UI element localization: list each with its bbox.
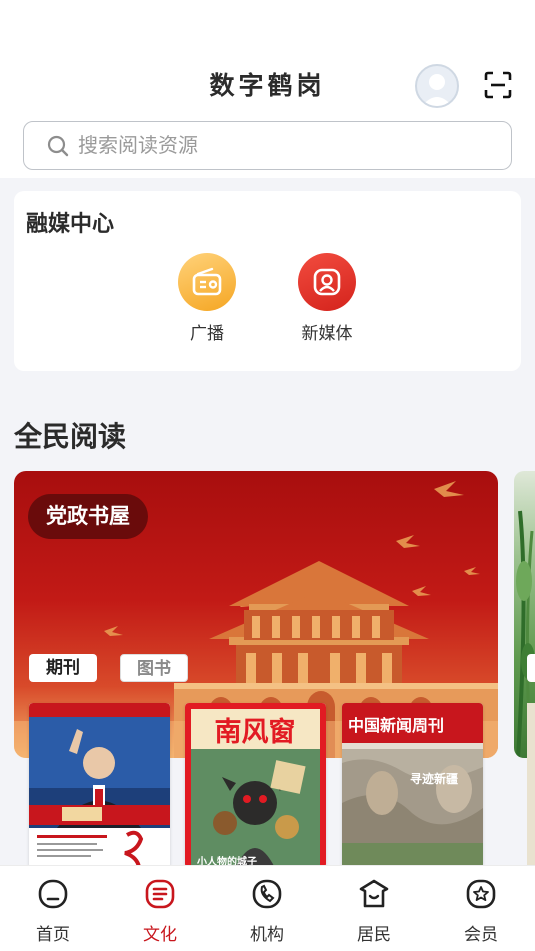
search-bar[interactable] [23, 121, 512, 170]
bottom-nav: 首页 文化 机构 居民 会员 [0, 865, 535, 951]
scan-icon [484, 71, 512, 99]
new-media-label: 新媒体 [301, 324, 353, 344]
cover-title: 南风窗 [215, 716, 296, 748]
new-media-icon [298, 253, 356, 311]
cover-subtitle: 寻迹新疆 [410, 771, 458, 786]
nav-residents-label: 居民 [357, 925, 391, 945]
search-icon [47, 135, 69, 157]
radio-label: 广播 [190, 324, 224, 344]
avatar-icon [422, 74, 452, 106]
radio-icon [178, 253, 236, 311]
next-tab-peek [527, 654, 535, 682]
tab-periodicals[interactable]: 期刊 [29, 654, 97, 682]
nav-home-label: 首页 [36, 925, 70, 945]
media-center-title: 融媒中心 [26, 212, 115, 237]
top-header: 数字鹤岗 [0, 0, 535, 178]
nav-institution-label: 机构 [250, 925, 284, 945]
book-cover-china-newsweek[interactable]: 中国新闻周刊 寻迹新疆 [342, 703, 483, 868]
nav-residents[interactable]: 居民 [334, 878, 414, 945]
home-icon [38, 879, 68, 909]
nav-home[interactable]: 首页 [13, 878, 93, 945]
next-book-peek [527, 703, 535, 868]
nav-member[interactable]: 会员 [441, 878, 521, 945]
reading-section-title: 全民阅读 [14, 420, 127, 453]
radio-button[interactable]: 广播 [167, 253, 247, 344]
media-center-card: 融媒中心 广播 新媒体 [14, 191, 521, 371]
china-newsweek-cover-image: 中国新闻周刊 寻迹新疆 [342, 703, 483, 868]
nav-institution[interactable]: 机构 [227, 878, 307, 945]
search-input[interactable] [78, 122, 498, 168]
book-cover-nanfengchuang[interactable]: 南风窗 小人物的城子 [185, 703, 326, 868]
nanfengchuang-cover-image: 南风窗 小人物的城子 [185, 703, 326, 868]
nav-member-label: 会员 [464, 925, 498, 945]
banner-label: 党政书屋 [28, 494, 148, 539]
scan-button[interactable] [483, 70, 513, 100]
member-icon [466, 879, 496, 909]
new-media-button[interactable]: 新媒体 [287, 253, 367, 344]
residents-icon [359, 879, 389, 908]
qiushi-cover-image [29, 703, 170, 868]
tab-books[interactable]: 图书 [120, 654, 188, 682]
book-cover-qiushi[interactable] [29, 703, 170, 868]
cover-title: 中国新闻周刊 [348, 716, 444, 735]
institution-icon [252, 879, 282, 909]
user-avatar[interactable] [415, 64, 459, 108]
nav-culture-label: 文化 [143, 925, 177, 945]
nav-culture[interactable]: 文化 [120, 878, 200, 945]
culture-icon [145, 879, 175, 909]
